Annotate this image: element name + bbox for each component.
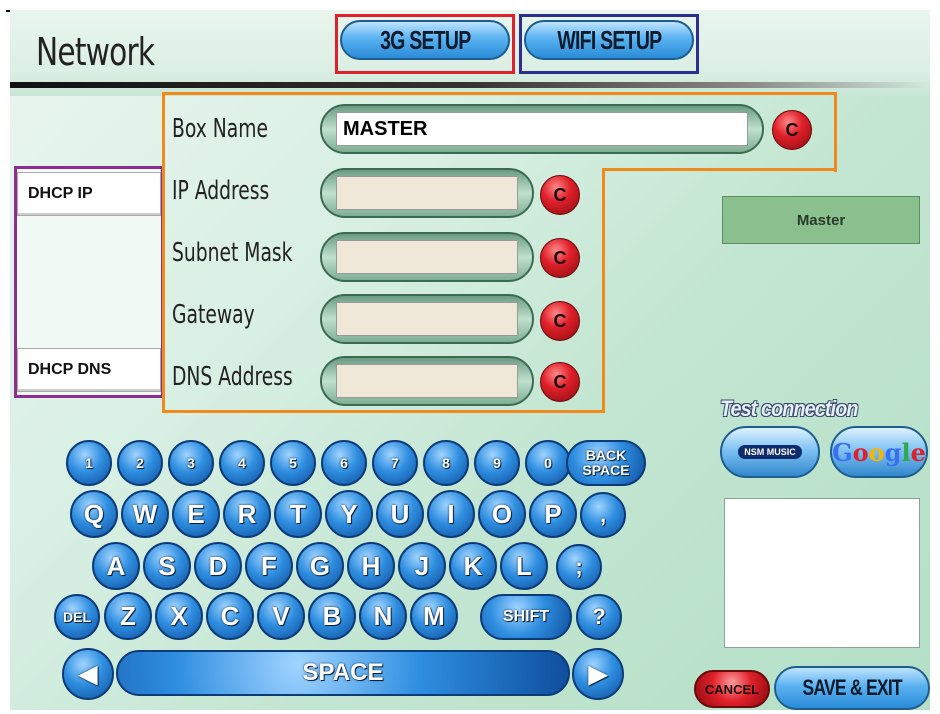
key-3[interactable]: 3 [168, 440, 214, 486]
arrow-right-icon: ▶ [588, 660, 608, 688]
key-0[interactable]: 0 [525, 440, 571, 486]
key-comma[interactable]: , [580, 492, 626, 538]
key-u[interactable]: U [376, 490, 424, 538]
key-i[interactable]: I [427, 490, 475, 538]
nsm-music-logo: NSM MUSIC [738, 445, 802, 459]
key-f[interactable]: F [245, 542, 293, 590]
arrow-left-key[interactable]: ◀ [62, 648, 114, 700]
annotation-3g-highlight [335, 14, 515, 74]
delete-key[interactable]: DEL [54, 594, 100, 640]
key-j[interactable]: J [398, 542, 446, 590]
key-9[interactable]: 9 [474, 440, 520, 486]
key-k[interactable]: K [449, 542, 497, 590]
test-connection-heading: Test connection [720, 396, 858, 421]
arrow-left-icon: ◀ [78, 660, 98, 688]
key-5[interactable]: 5 [270, 440, 316, 486]
key-4[interactable]: 4 [219, 440, 265, 486]
key-6[interactable]: 6 [321, 440, 367, 486]
key-b[interactable]: B [308, 592, 356, 640]
device-master-button[interactable]: Master [722, 196, 920, 244]
key-g[interactable]: G [296, 542, 344, 590]
key-n[interactable]: N [359, 592, 407, 640]
header-divider [10, 82, 930, 88]
save-exit-label: SAVE & EXIT [802, 675, 902, 700]
save-exit-button[interactable]: SAVE & EXIT [774, 666, 930, 710]
key-s[interactable]: S [143, 542, 191, 590]
key-h[interactable]: H [347, 542, 395, 590]
annotation-wifi-highlight [519, 14, 699, 74]
annotation-fields-highlight [162, 92, 837, 172]
key-semicolon[interactable]: ; [556, 544, 602, 590]
key-o[interactable]: O [478, 490, 526, 538]
key-d[interactable]: D [194, 542, 242, 590]
key-question-mark[interactable]: ? [576, 594, 622, 640]
key-2[interactable]: 2 [117, 440, 163, 486]
test-google-button[interactable]: Google [830, 426, 928, 478]
key-8[interactable]: 8 [423, 440, 469, 486]
key-l[interactable]: L [500, 542, 548, 590]
annotation-fields-body [162, 170, 605, 413]
key-t[interactable]: T [274, 490, 322, 538]
key-a[interactable]: A [92, 542, 140, 590]
test-nsm-button[interactable]: NSM MUSIC [720, 426, 820, 478]
google-logo: Google [832, 437, 926, 467]
space-key[interactable]: SPACE [116, 650, 570, 696]
key-w[interactable]: W [121, 490, 169, 538]
key-p[interactable]: P [529, 490, 577, 538]
page-title: Network [36, 30, 155, 74]
shift-key[interactable]: SHIFT [480, 594, 572, 640]
key-1[interactable]: 1 [66, 440, 112, 486]
annotation-fields-step [602, 168, 837, 171]
key-y[interactable]: Y [325, 490, 373, 538]
cancel-button[interactable]: CANCEL [694, 670, 770, 708]
arrow-right-key[interactable]: ▶ [572, 648, 624, 700]
key-z[interactable]: Z [104, 592, 152, 640]
key-v[interactable]: V [257, 592, 305, 640]
key-r[interactable]: R [223, 490, 271, 538]
key-c[interactable]: C [206, 592, 254, 640]
key-m[interactable]: M [410, 592, 458, 640]
key-x[interactable]: X [155, 592, 203, 640]
annotation-dhcp-highlight [14, 166, 164, 398]
backspace-key[interactable]: BACK SPACE [566, 440, 646, 486]
key-q[interactable]: Q [70, 490, 118, 538]
key-7[interactable]: 7 [372, 440, 418, 486]
key-e[interactable]: E [172, 490, 220, 538]
test-result-box [724, 498, 920, 648]
